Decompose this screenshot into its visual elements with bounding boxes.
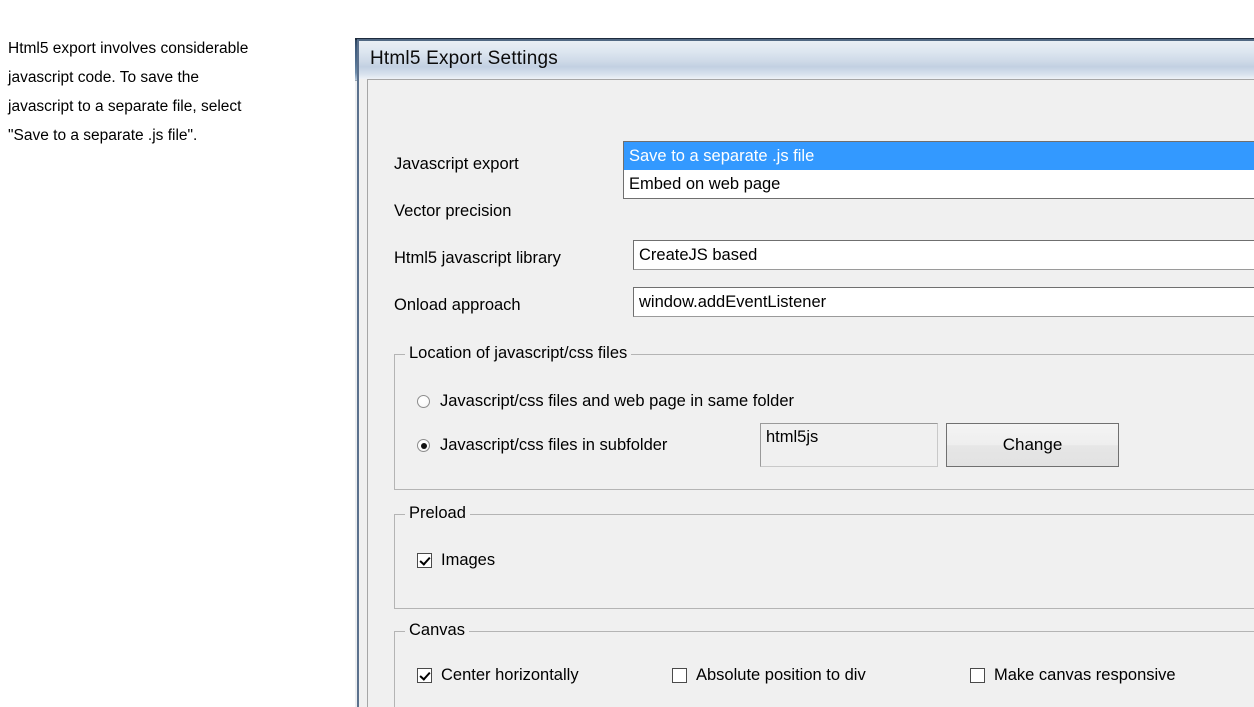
label-onload-approach: Onload approach bbox=[394, 296, 521, 314]
checkbox-indicator-icon bbox=[417, 668, 432, 683]
checkbox-label-center-horizontally: Center horizontally bbox=[441, 666, 579, 684]
group-canvas: Canvas Center horizontally Absolute posi… bbox=[394, 621, 1254, 707]
annotation-line: "Save to a separate .js file". bbox=[8, 127, 198, 144]
checkbox-label-images: Images bbox=[441, 551, 496, 569]
checkbox-indicator-icon bbox=[672, 668, 687, 683]
checkbox-indicator-icon bbox=[970, 668, 985, 683]
radio-subfolder[interactable]: Javascript/css files in subfolder bbox=[417, 436, 667, 455]
radio-indicator-icon bbox=[417, 439, 430, 452]
group-preload: Preload Images bbox=[394, 504, 1254, 609]
group-location-of-files: Location of javascript/css files Javascr… bbox=[394, 344, 1254, 490]
checkbox-label-absolute-position-to-div: Absolute position to div bbox=[696, 666, 866, 684]
annotation-line: javascript code. To save the bbox=[8, 69, 199, 86]
checkbox-make-canvas-responsive[interactable]: Make canvas responsive bbox=[970, 666, 1176, 685]
checkbox-indicator-icon bbox=[417, 553, 432, 568]
radio-indicator-icon bbox=[417, 395, 430, 408]
radio-label-same-folder: Javascript/css files and web page in sam… bbox=[440, 392, 795, 410]
group-title-canvas: Canvas bbox=[405, 621, 469, 640]
dialog-title: Html5 Export Settings bbox=[370, 48, 558, 69]
dropdown-option-embed-on-web-page[interactable]: Embed on web page bbox=[624, 170, 1254, 198]
checkbox-preload-images[interactable]: Images bbox=[417, 551, 495, 570]
label-javascript-export: Javascript export bbox=[394, 155, 519, 173]
annotation-text: Html5 export involves considerable javas… bbox=[8, 34, 338, 150]
group-title-location: Location of javascript/css files bbox=[405, 344, 632, 363]
dialog-title-bar[interactable]: Html5 Export Settings bbox=[359, 41, 1254, 79]
group-title-preload: Preload bbox=[405, 504, 470, 523]
javascript-export-dropdown-list[interactable]: Save to a separate .js file Embed on web… bbox=[623, 141, 1254, 199]
change-folder-button[interactable]: Change bbox=[946, 423, 1119, 467]
html5-export-settings-dialog: Html5 Export Settings Javascript export … bbox=[357, 39, 1254, 707]
checkbox-center-horizontally[interactable]: Center horizontally bbox=[417, 666, 579, 685]
html5-javascript-library-combobox[interactable]: CreateJS based bbox=[633, 240, 1254, 270]
subfolder-name-input[interactable]: html5js bbox=[760, 423, 938, 467]
radio-same-folder[interactable]: Javascript/css files and web page in sam… bbox=[417, 392, 794, 411]
checkbox-absolute-position-to-div[interactable]: Absolute position to div bbox=[672, 666, 866, 685]
dropdown-option-save-separate-js[interactable]: Save to a separate .js file bbox=[624, 142, 1254, 170]
label-vector-precision: Vector precision bbox=[394, 202, 512, 220]
onload-approach-combobox[interactable]: window.addEventListener bbox=[633, 287, 1254, 317]
radio-label-subfolder: Javascript/css files in subfolder bbox=[440, 436, 668, 454]
label-html5-javascript-library: Html5 javascript library bbox=[394, 249, 561, 267]
annotation-line: Html5 export involves considerable bbox=[8, 40, 249, 57]
annotation-line: javascript to a separate file, select bbox=[8, 98, 242, 115]
checkbox-label-make-canvas-responsive: Make canvas responsive bbox=[994, 666, 1176, 684]
